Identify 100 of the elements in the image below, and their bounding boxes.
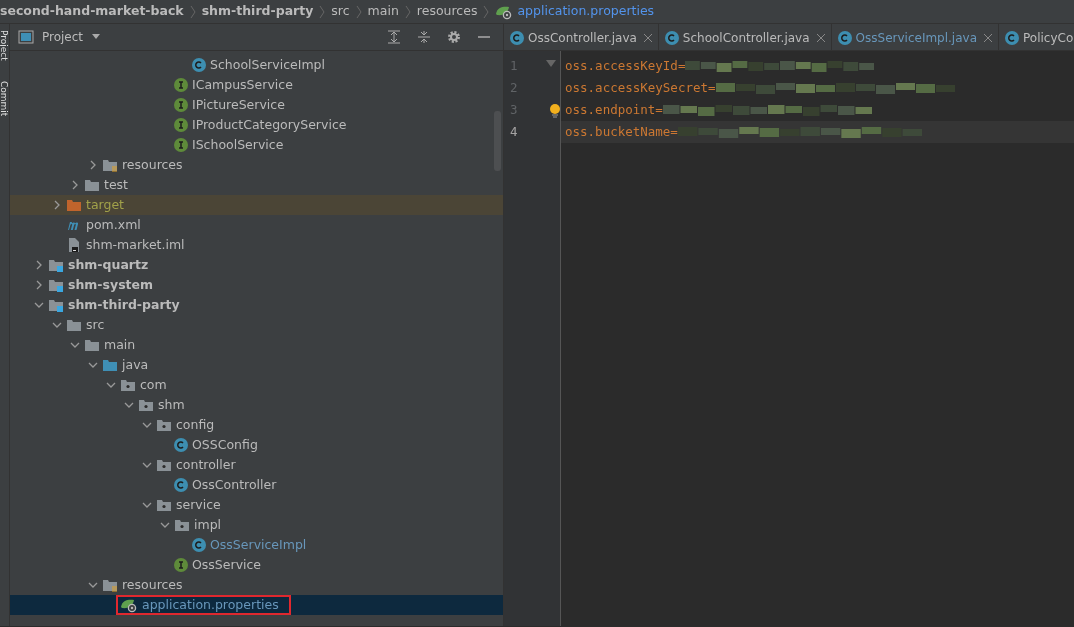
tree-item-label: ICampusService [192, 75, 293, 94]
module-folder-icon [48, 257, 64, 273]
interface-icon [174, 98, 188, 112]
line-number: 4 [510, 124, 518, 139]
tree-row[interactable]: target [10, 195, 503, 215]
tree-row[interactable]: src [10, 315, 503, 335]
class-icon [192, 58, 206, 72]
tree-item-label: application.properties [142, 595, 279, 614]
class-icon [192, 538, 206, 552]
tree-item-label: shm-market.iml [86, 235, 185, 254]
breadcrumb-item[interactable]: second-hand-market-back [0, 2, 184, 21]
tree-item-label: impl [194, 515, 222, 534]
tree-row[interactable]: java [10, 355, 503, 375]
tree-row[interactable]: controller [10, 455, 503, 475]
tree-row[interactable]: shm-market.iml [10, 235, 503, 255]
tree-item-label: resources [122, 575, 183, 594]
editor-tab[interactable]: SchoolController.java [658, 24, 832, 50]
class-icon [510, 30, 524, 45]
breadcrumb-item[interactable]: application.properties [517, 2, 655, 21]
tree-item-label: target [86, 195, 124, 214]
tree-row[interactable]: application.properties [10, 595, 503, 615]
folder-icon [84, 177, 100, 193]
tree-row[interactable]: main [10, 335, 503, 355]
interface-icon [174, 118, 188, 132]
property-key: oss.endpoint= [565, 99, 663, 121]
tree-row[interactable]: shm-third-party [10, 295, 503, 315]
package-icon [156, 457, 172, 473]
tree-row[interactable]: IPictureService [10, 95, 503, 115]
tree-row[interactable]: shm-quartz [10, 255, 503, 275]
tree-row[interactable]: OSSConfig [10, 435, 503, 455]
settings-icon [447, 30, 461, 44]
tree-row[interactable]: SchoolServiceImpl [10, 55, 503, 75]
resources-folder-icon [102, 577, 118, 593]
property-key: oss.accessKeyId= [565, 55, 686, 77]
tree-row[interactable]: ISchoolService [10, 135, 503, 155]
interface-icon [174, 138, 188, 152]
chevron-icon [482, 3, 491, 20]
close-icon [816, 33, 825, 42]
panel-title[interactable]: Project [42, 28, 84, 46]
expanded-chevron-icon [88, 580, 98, 590]
package-icon [156, 417, 172, 433]
tree-row[interactable]: OssServiceImpl [10, 535, 503, 555]
chevron-icon [188, 3, 197, 20]
tree-item-label: config [176, 415, 215, 434]
property-key: oss.bucketName= [565, 121, 678, 143]
tree-item-label: IPictureService [192, 95, 285, 114]
class-icon [1005, 30, 1019, 45]
tree-row[interactable]: pom.xml [10, 215, 503, 235]
interface-icon [174, 558, 188, 572]
tree-item-label: ISchoolService [192, 135, 284, 154]
tree-item-label: OssController [192, 475, 277, 494]
tree-item-label: SchoolServiceImpl [210, 55, 325, 74]
tree-row[interactable]: config [10, 415, 503, 435]
file-icon [66, 237, 82, 253]
breadcrumb-item[interactable]: main [367, 2, 399, 21]
tree-row[interactable]: resources [10, 575, 503, 595]
chevron-icon [403, 3, 412, 20]
tree-item-label: service [176, 495, 221, 514]
tree-row[interactable]: ICampusService [10, 75, 503, 95]
dropdown-icon [91, 33, 102, 41]
tree-item-label: shm [158, 395, 185, 414]
breadcrumb-item[interactable]: src [331, 2, 350, 21]
package-icon [120, 377, 136, 393]
tree-row[interactable]: shm-system [10, 275, 503, 295]
expanded-chevron-icon [142, 460, 152, 470]
tree-row[interactable]: service [10, 495, 503, 515]
tree-item-label: OssService [192, 555, 262, 574]
tree-row[interactable]: com [10, 375, 503, 395]
breadcrumb-item[interactable]: shm-third-party [201, 2, 314, 21]
module-folder-icon [48, 277, 64, 293]
tree-item-label: src [86, 315, 105, 334]
breadcrumb-item[interactable]: resources [416, 2, 478, 21]
expand-all-icon [387, 30, 401, 44]
close-icon [643, 33, 652, 42]
tree-row[interactable]: test [10, 175, 503, 195]
tree-item-label: test [104, 175, 128, 194]
folder-icon [102, 357, 118, 373]
class-icon [174, 438, 188, 452]
spring-gear-icon [120, 597, 138, 613]
module-folder-icon [48, 297, 64, 313]
close-icon [984, 33, 992, 42]
class-icon [837, 30, 852, 45]
tree-item-label: java [122, 355, 149, 374]
tree-item-label: shm-third-party [68, 295, 180, 314]
panel-icon [18, 30, 34, 44]
tree-row[interactable]: shm [10, 395, 503, 415]
tree-item-label: IProductCategoryService [192, 115, 347, 134]
tree-row[interactable]: IProductCategoryService [10, 115, 503, 135]
editor-tab[interactable]: PolicyCo [999, 24, 1074, 50]
tree-item-label: pom.xml [86, 215, 141, 234]
tree-row[interactable]: OssController [10, 475, 503, 495]
editor-tab[interactable]: OssServiceImpl.java [831, 24, 999, 50]
folder-icon [66, 197, 82, 213]
interface-icon [174, 78, 188, 92]
chevron-icon [354, 3, 363, 20]
tree-row[interactable]: OssService [10, 555, 503, 575]
tree-row[interactable]: resources [10, 155, 503, 175]
tree-item-label: resources [122, 155, 183, 174]
tree-row[interactable]: impl [10, 515, 503, 535]
resources-folder-icon [102, 157, 118, 173]
